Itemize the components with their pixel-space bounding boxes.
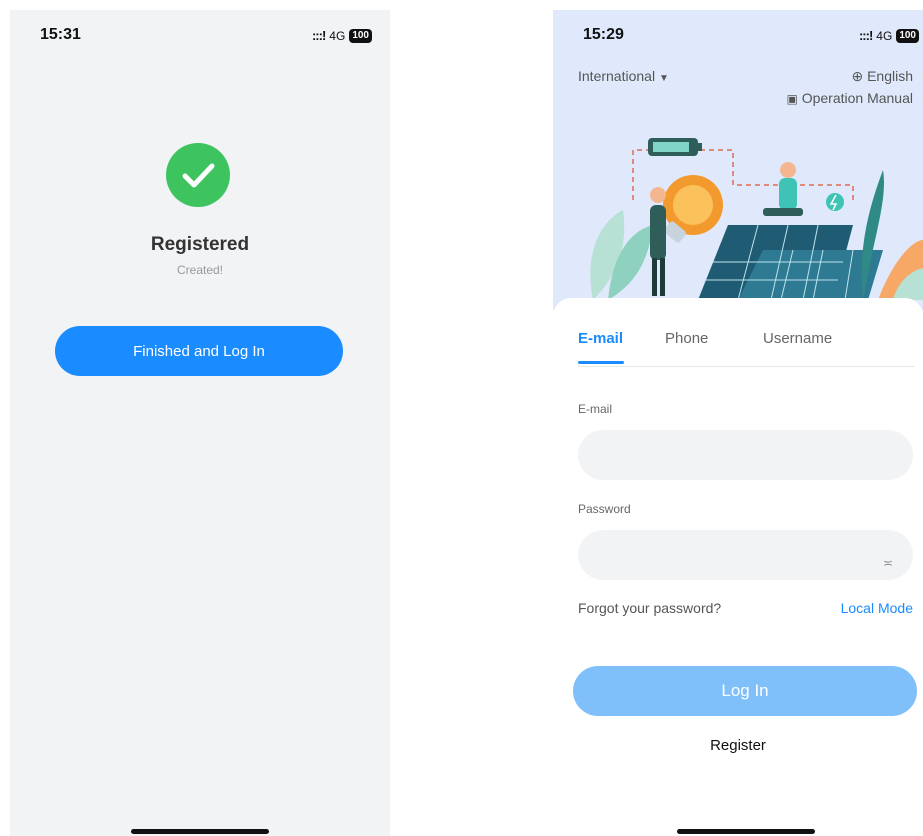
status-bar-right: :::! 4G 100 — [859, 28, 919, 43]
status-time: 15:31 — [40, 26, 81, 43]
battery-icon: 100 — [896, 28, 919, 43]
network-type: 4G — [876, 28, 893, 43]
region-label: International — [578, 68, 656, 84]
login-method-tabs: E-mail Phone Username — [578, 330, 915, 367]
registration-success-screen: 15:31 :::! 4G 100 Registered Created! Fi… — [10, 10, 390, 836]
finish-and-login-button[interactable]: Finished and Log In — [55, 326, 343, 376]
hero-banner — [553, 10, 923, 310]
check-circle-icon — [166, 143, 230, 207]
region-selector[interactable]: International ▼ — [578, 68, 669, 84]
battery-icon: 100 — [349, 28, 372, 43]
home-indicator[interactable] — [131, 829, 269, 834]
status-time: 15:29 — [583, 26, 624, 43]
page-subtitle: Created! — [176, 263, 224, 277]
eye-closed-icon[interactable]: ≍ — [883, 556, 893, 570]
password-label: Password — [578, 502, 631, 516]
password-field[interactable] — [578, 530, 913, 580]
signal-icon: :::! — [858, 28, 873, 43]
tab-username[interactable]: Username — [763, 330, 832, 347]
register-link[interactable]: Register — [553, 737, 923, 754]
solar-illustration — [590, 138, 923, 308]
globe-icon: ⊕ — [851, 68, 864, 84]
network-type: 4G — [329, 28, 346, 43]
caret-down-icon: ▼ — [658, 73, 669, 84]
active-tab-indicator — [578, 361, 624, 364]
language-label: English — [867, 68, 913, 84]
login-screen: 15:29 :::! 4G 100 International ▼ ⊕ Engl… — [553, 10, 923, 836]
page-title: Registered — [150, 234, 250, 255]
tab-phone[interactable]: Phone — [665, 330, 708, 347]
tab-email[interactable]: E-mail — [578, 330, 623, 347]
book-icon: ▣ — [786, 92, 798, 106]
signal-icon: :::! — [311, 28, 326, 43]
forgot-password-link[interactable]: Forgot your password? — [578, 600, 721, 616]
status-bar-right: :::! 4G 100 — [312, 28, 372, 43]
email-label: E-mail — [578, 402, 613, 416]
email-field[interactable] — [578, 430, 913, 480]
language-selector[interactable]: ⊕ English — [851, 68, 913, 85]
operation-manual-link[interactable]: ▣ Operation Manual — [786, 90, 913, 106]
manual-label: Operation Manual — [801, 90, 913, 106]
login-button[interactable]: Log In — [573, 666, 917, 716]
local-mode-link[interactable]: Local Mode — [841, 600, 913, 616]
home-indicator[interactable] — [677, 829, 815, 834]
